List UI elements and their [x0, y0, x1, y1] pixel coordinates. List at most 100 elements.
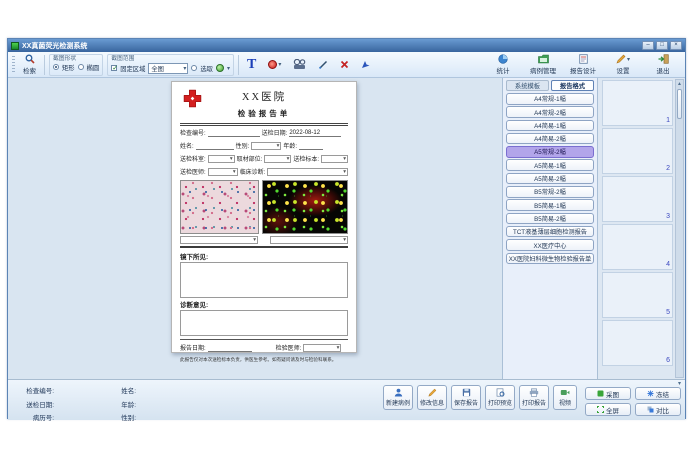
report-preview-area: XX医院 检验报告单 检查编号: 送检日期: 2022-08-12 姓名: 性别…	[8, 78, 502, 379]
document-icon	[579, 54, 588, 64]
new-case-label: 新建病例	[386, 398, 410, 407]
microscopic-findings-box[interactable]	[180, 262, 348, 298]
template-item[interactable]: A4简易-2幅	[506, 133, 594, 145]
pick-label: 选取	[200, 64, 213, 73]
capture-shape-label: 截图形状	[53, 56, 99, 62]
pick-radio[interactable]	[191, 65, 197, 71]
marker-color-button[interactable]: ▾	[264, 58, 285, 71]
capture-scope-select[interactable]: 全图	[148, 63, 188, 74]
capture-image-label: 采图	[606, 389, 619, 399]
thumbnail-slot[interactable]: 4	[602, 224, 673, 270]
capture-camera-button[interactable]	[289, 57, 311, 72]
site-select[interactable]	[264, 155, 291, 163]
search-label: 检索	[23, 65, 36, 75]
fixed-area-label: 固定区域	[120, 64, 145, 73]
doctor-label: 送检医师:	[180, 167, 206, 176]
ellipse-radio[interactable]	[78, 64, 84, 70]
color-dropdown-arrow-icon[interactable]: ▾	[227, 65, 230, 72]
age-field-value	[136, 399, 186, 409]
case-management-button[interactable]: 病例管理	[525, 52, 561, 77]
report-date-input[interactable]	[208, 344, 252, 352]
text-tool-icon: T	[247, 58, 256, 72]
histology-image[interactable]	[180, 180, 259, 234]
search-button[interactable]: 检索	[19, 52, 40, 77]
exit-button[interactable]: 退出	[645, 52, 681, 77]
fullscreen-button[interactable]: 全屏	[585, 403, 631, 416]
department-select[interactable]	[208, 155, 235, 163]
new-case-button[interactable]: 新建病例	[383, 385, 413, 410]
thumbnail-slot[interactable]: 2	[602, 128, 673, 174]
gender-select[interactable]	[251, 142, 281, 150]
exam-no-label: 检查编号:	[180, 128, 206, 137]
gender-field-label: 性别:	[106, 412, 136, 422]
fixed-area-checkbox[interactable]	[111, 65, 117, 71]
template-item[interactable]: B5简易-1幅	[506, 199, 594, 211]
pen-tool-button[interactable]	[315, 58, 332, 71]
gender-field-value	[136, 412, 186, 422]
rect-radio[interactable]	[53, 64, 59, 70]
template-item[interactable]: A4常规-2幅	[506, 106, 594, 118]
case-management-label: 病例管理	[530, 65, 556, 75]
fluorescence-image[interactable]	[262, 180, 348, 234]
clinical-diagnosis-select[interactable]	[267, 168, 348, 176]
microscopic-findings-label: 镜下所见:	[180, 251, 348, 261]
maximize-button[interactable]: □	[656, 41, 668, 50]
text-annotation-button[interactable]: T	[243, 56, 260, 74]
video-button[interactable]: 视频	[553, 385, 577, 410]
thumbnail-slot[interactable]: 6	[602, 320, 673, 366]
thumbnail-slot[interactable]: 1	[602, 80, 673, 126]
pointer-tool-button[interactable]	[357, 58, 374, 71]
diagnosis-opinion-box[interactable]	[180, 310, 348, 336]
toolbar-grip[interactable]	[12, 56, 15, 74]
print-preview-button[interactable]: 打印预览	[485, 385, 515, 410]
minimize-button[interactable]: –	[642, 41, 654, 50]
report-design-button[interactable]: 报告设计	[565, 52, 601, 77]
exit-label: 退出	[657, 65, 670, 75]
settings-button[interactable]: ▾ 设置	[605, 52, 641, 77]
doctor-select[interactable]	[208, 168, 238, 176]
compare-button[interactable]: 对比	[635, 403, 681, 416]
thumbnail-slot[interactable]: 3	[602, 176, 673, 222]
tab-report-format[interactable]: 报告格式	[551, 80, 594, 91]
delete-annotation-button[interactable]	[336, 58, 353, 71]
exam-no-input[interactable]	[208, 129, 260, 137]
template-list: A4常规-1幅 A4常规-2幅 A4简易-1幅 A4简易-2幅 A5常规-2幅 …	[506, 93, 594, 264]
name-input[interactable]	[196, 142, 234, 150]
close-button[interactable]: ×	[670, 41, 682, 50]
slot-number: 6	[666, 357, 670, 364]
thumbnail-slot[interactable]: 5	[602, 272, 673, 318]
template-item[interactable]: TCT液基薄层细胞检测报告	[506, 226, 594, 238]
right-image-caption-select[interactable]	[270, 236, 348, 244]
template-item[interactable]: B5简易-2幅	[506, 213, 594, 225]
template-item[interactable]: XX医疗中心	[506, 239, 594, 251]
left-image-caption-select[interactable]	[180, 236, 258, 244]
slot-number: 4	[666, 261, 670, 268]
examiner-select[interactable]	[303, 344, 341, 352]
scrollbar-thumb[interactable]	[677, 89, 682, 119]
record-no-field-value	[54, 412, 106, 422]
form-row: 检查编号: 送检日期: 2022-08-12	[180, 126, 348, 139]
template-item-selected[interactable]: A5常规-2幅	[506, 146, 594, 158]
age-input[interactable]	[299, 142, 323, 150]
template-item[interactable]: B5常规-2幅	[506, 186, 594, 198]
edit-info-button[interactable]: 修改信息	[417, 385, 447, 410]
thumbnail-panel: 1 2 3 4 5 6 ▲	[597, 78, 685, 379]
film-camera-icon	[293, 59, 307, 70]
template-item[interactable]: XX医院妇科微生物检验报告单	[506, 253, 594, 265]
capture-image-button[interactable]: 采图	[585, 387, 631, 400]
thumbnail-scrollbar[interactable]: ▲	[675, 79, 684, 378]
freeze-button[interactable]: 冻结	[635, 387, 681, 400]
tab-system-templates[interactable]: 系统模板	[506, 80, 549, 91]
template-item[interactable]: A4简易-1幅	[506, 120, 594, 132]
color-dot-icon[interactable]	[216, 64, 224, 72]
template-item[interactable]: A4常规-1幅	[506, 93, 594, 105]
print-report-button[interactable]: 打印报告	[519, 385, 549, 410]
report-disclaimer: 此报告仅对本次送检标本负责，供医生参考。如有疑问请及时与检验科联系。	[180, 356, 335, 362]
scroll-up-arrow-icon[interactable]: ▲	[676, 80, 683, 88]
specimen-select[interactable]	[321, 155, 348, 163]
save-report-button[interactable]: 保存报告	[451, 385, 481, 410]
stats-button[interactable]: 统计	[485, 52, 521, 77]
template-item[interactable]: A5简易-1幅	[506, 159, 594, 171]
capture-dropdown-arrow-icon[interactable]: ▾	[678, 380, 681, 387]
template-item[interactable]: A5简易-2幅	[506, 173, 594, 185]
